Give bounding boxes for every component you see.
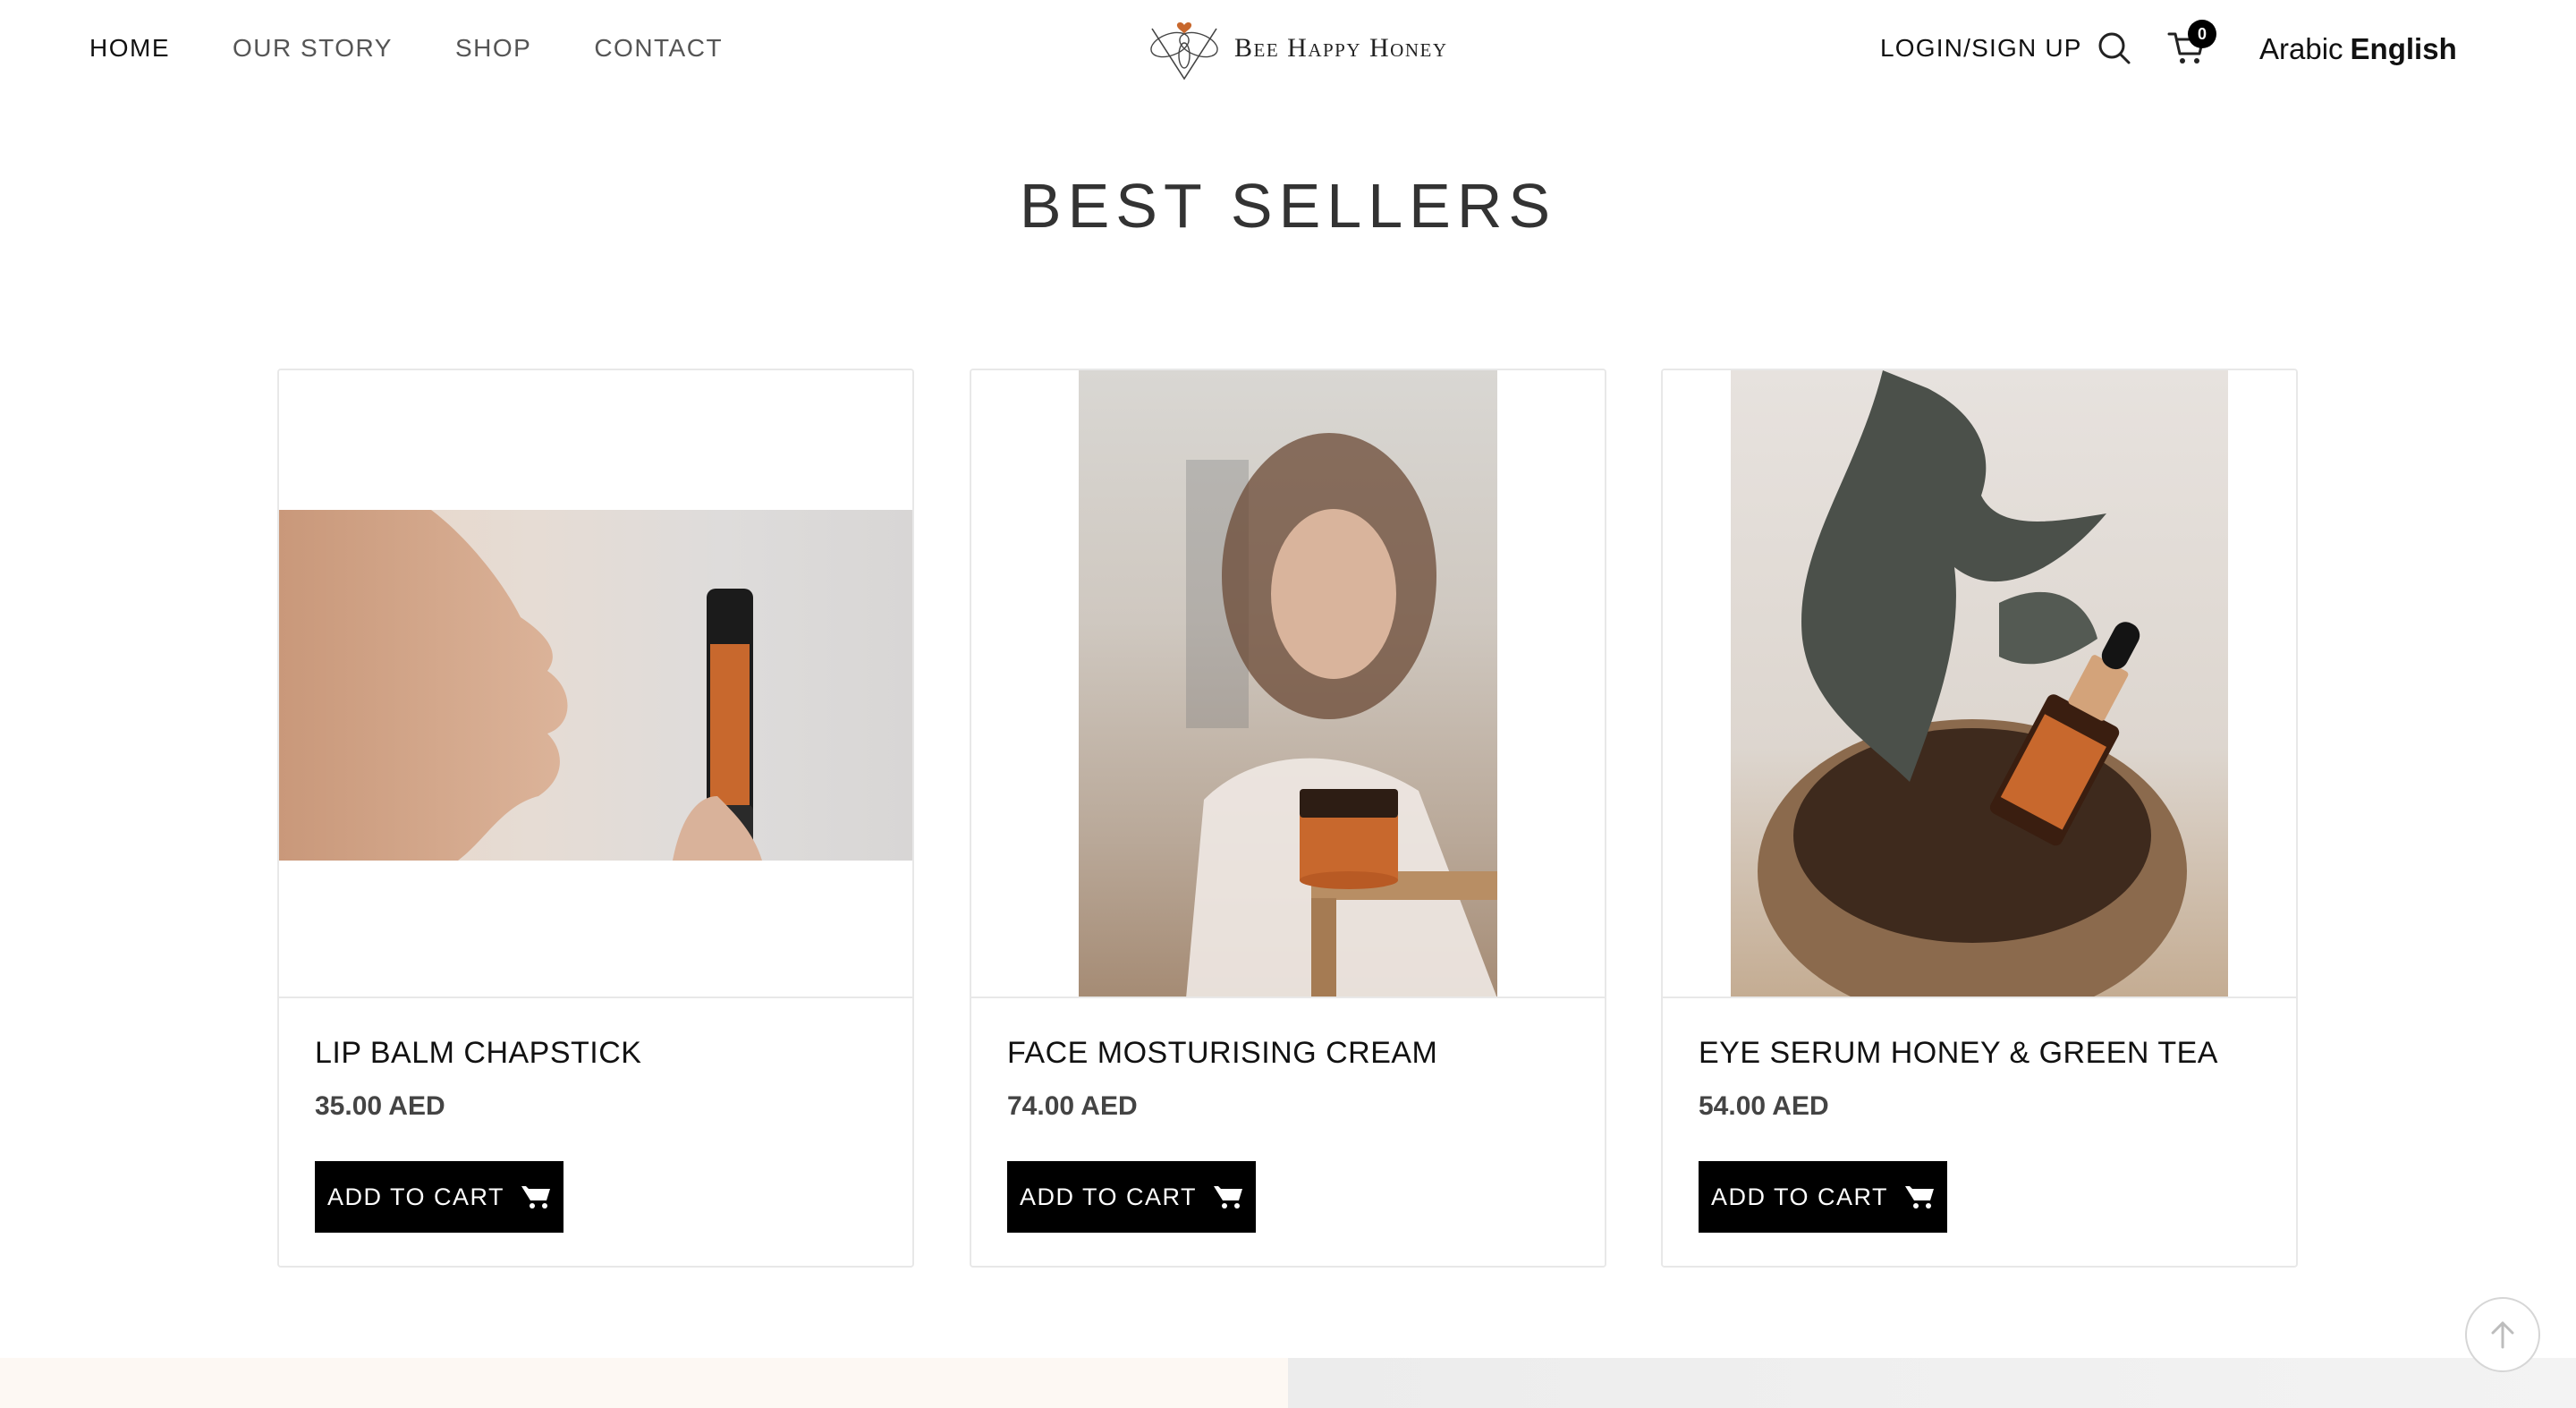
add-to-cart-button[interactable]: ADD TO CART (315, 1161, 564, 1233)
brand-logo[interactable]: Bee Happy Honey (1143, 16, 1448, 81)
product-name[interactable]: LIP BALM CHAPSTICK (315, 1036, 642, 1071)
product-card: LIP BALM CHAPSTICK 35.00 AED ADD TO CART (277, 369, 914, 1268)
lip-balm-photo (279, 510, 912, 861)
arrow-up-icon (2491, 1321, 2514, 1349)
add-to-cart-label: ADD TO CART (1710, 1183, 1889, 1210)
product-price: 35.00 AED (315, 1091, 445, 1121)
language-arabic[interactable]: Arabic (2259, 32, 2343, 65)
cart-count-badge: 0 (2188, 20, 2216, 48)
product-image[interactable] (1663, 370, 2296, 998)
product-card: FACE MOSTURISING CREAM 74.00 AED ADD TO … (970, 369, 1606, 1268)
lip-balm-scene (279, 510, 762, 861)
section-title: BEST SELLERS (1019, 171, 1557, 241)
face-cream-scene (1186, 433, 1499, 997)
cart-icon (1905, 1186, 1935, 1209)
cart-icon (1214, 1186, 1243, 1209)
eye-serum-photo (1731, 370, 2228, 997)
nav-item-our-story[interactable]: OUR STORY (233, 34, 393, 63)
main-nav: HOME OUR STORY SHOP CONTACT (89, 34, 723, 63)
search-icon[interactable] (2097, 30, 2132, 66)
nav-item-home[interactable]: HOME (89, 34, 170, 63)
bee-heart-logo-icon (1150, 22, 1218, 81)
add-to-cart-label: ADD TO CART (326, 1183, 505, 1210)
product-price: 54.00 AED (1699, 1091, 1829, 1121)
scroll-to-top-button[interactable] (2465, 1297, 2540, 1372)
eye-serum-scene (1758, 370, 2187, 997)
add-to-cart-label: ADD TO CART (1019, 1183, 1198, 1210)
add-to-cart-button[interactable]: ADD TO CART (1699, 1161, 1947, 1233)
nav-item-contact[interactable]: CONTACT (594, 34, 723, 63)
brand-name: Bee Happy Honey (1234, 33, 1448, 63)
next-section-right (1288, 1358, 2576, 1408)
face-cream-photo (1079, 370, 1499, 997)
next-section-left (0, 1358, 1288, 1408)
product-image[interactable] (279, 370, 912, 998)
add-to-cart-button[interactable]: ADD TO CART (1007, 1161, 1256, 1233)
cart-icon (521, 1186, 551, 1209)
language-english[interactable]: English (2351, 32, 2457, 65)
nav-item-shop[interactable]: SHOP (455, 34, 531, 63)
product-image[interactable] (971, 370, 1605, 998)
site-header: HOME OUR STORY SHOP CONTACT Bee Happy Ho… (0, 0, 2576, 100)
product-name[interactable]: FACE MOSTURISING CREAM (1007, 1036, 1437, 1071)
login-signup-link[interactable]: LOGIN/SIGN UP (1880, 34, 2082, 63)
product-price: 74.00 AED (1007, 1091, 1138, 1121)
product-card: EYE SERUM HONEY & GREEN TEA 54.00 AED AD… (1661, 369, 2298, 1268)
product-name[interactable]: EYE SERUM HONEY & GREEN TEA (1699, 1036, 2218, 1071)
language-switcher: Arabic English (2259, 32, 2457, 66)
